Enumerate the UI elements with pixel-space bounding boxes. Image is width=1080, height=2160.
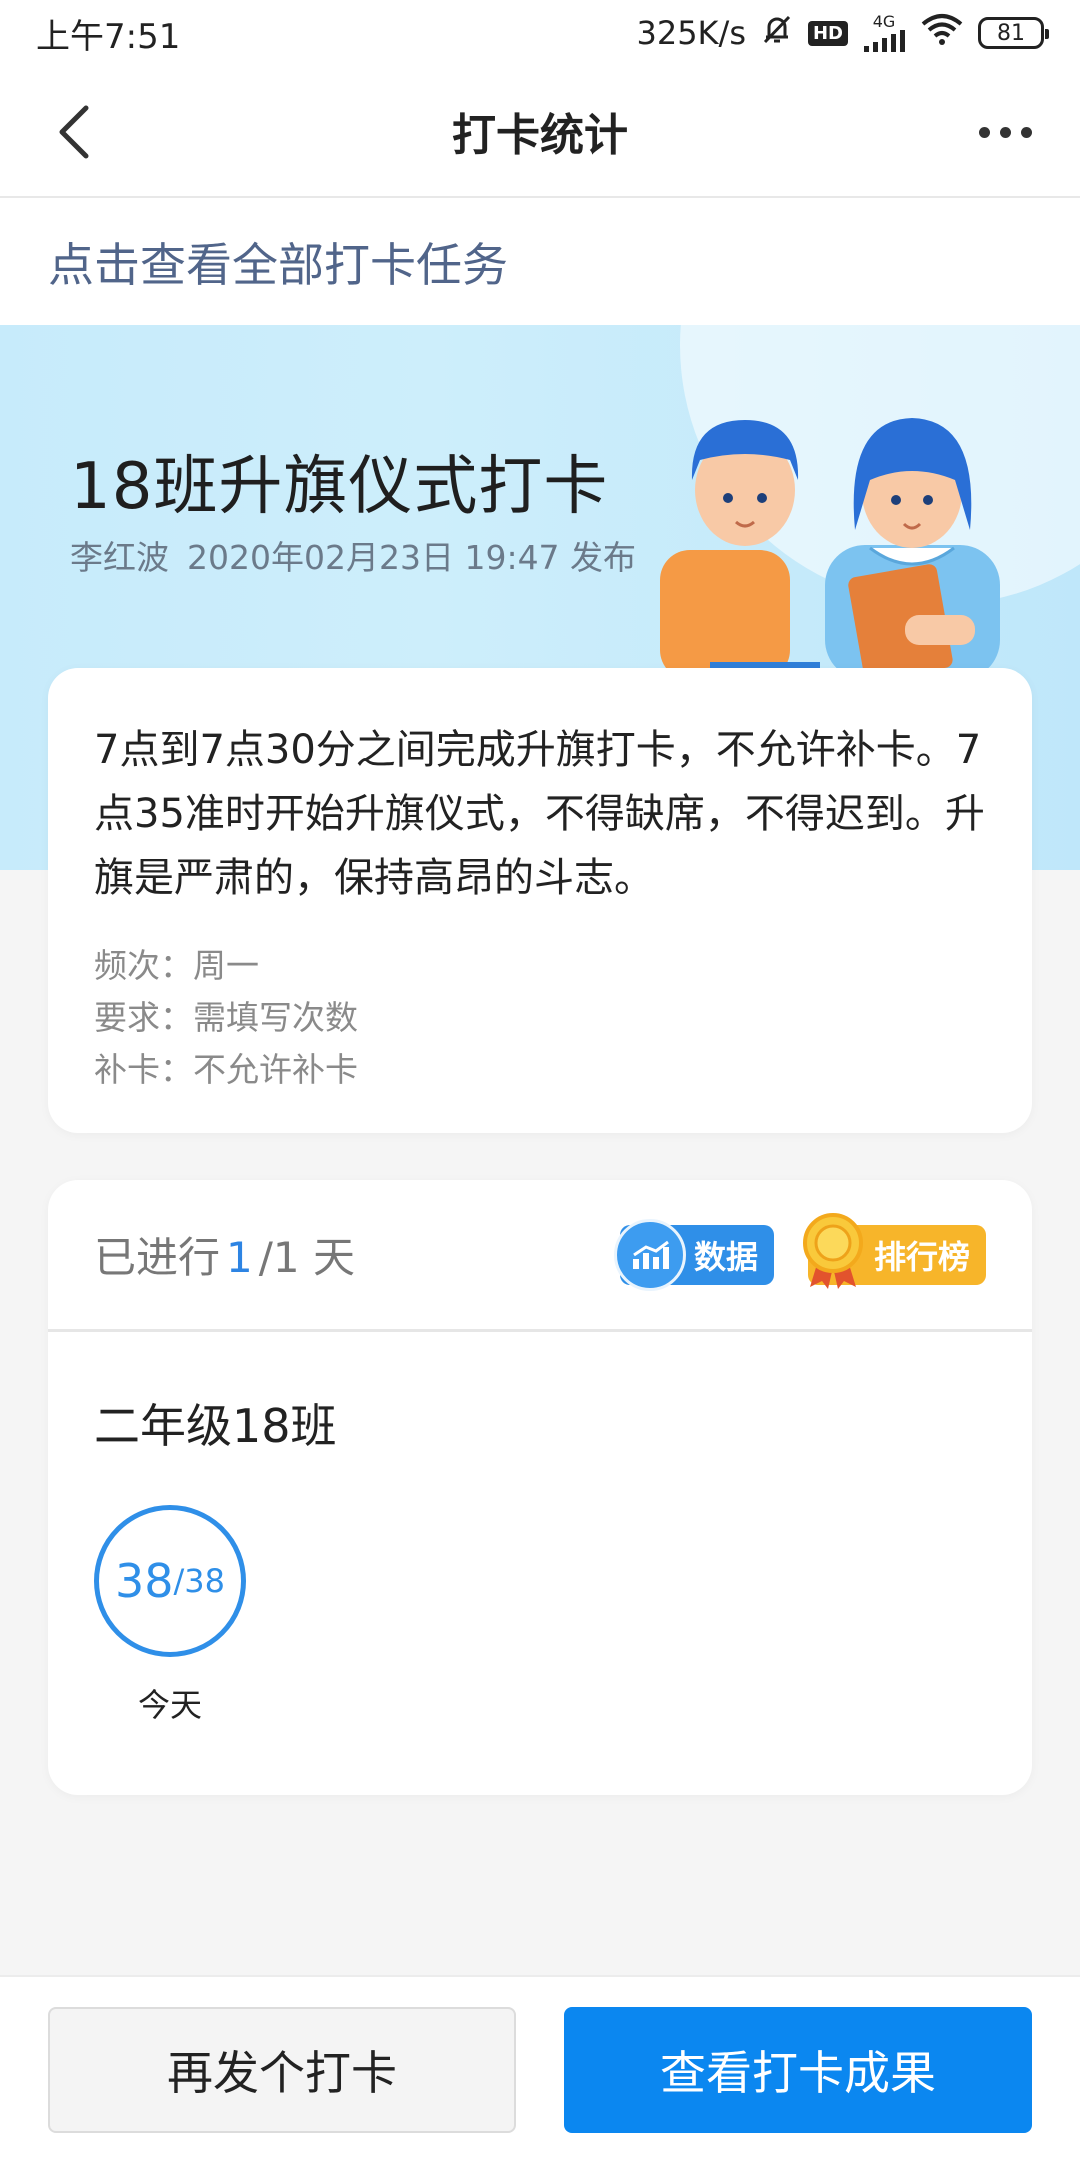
page-title: 打卡统计 bbox=[452, 110, 628, 161]
stats-actions: 数据 排行榜 bbox=[613, 1212, 986, 1291]
medal-icon bbox=[800, 1211, 866, 1291]
stats-card: 已进行 1/1 天 数据 排行榜 二年级18班 38 /38 今天 bbox=[48, 1180, 1032, 1795]
progress-current: 1 bbox=[226, 1233, 253, 1282]
battery-icon: 81 bbox=[978, 17, 1049, 49]
chart-icon bbox=[613, 1218, 686, 1291]
progress-total: /1 天 bbox=[258, 1233, 355, 1282]
task-attributes: 频次：周一 要求：需填写次数 补卡：不允许补卡 bbox=[94, 940, 986, 1096]
network-type: 4G bbox=[872, 12, 896, 31]
progress-text: 已进行 1/1 天 bbox=[94, 1224, 355, 1285]
ranking-button-label: 排行榜 bbox=[873, 1237, 970, 1276]
status-time: 上午7:51 bbox=[36, 16, 181, 57]
back-button[interactable] bbox=[44, 102, 104, 162]
view-all-tasks-link[interactable]: 点击查看全部打卡任务 bbox=[0, 198, 1080, 325]
task-description-card: 7点到7点30分之间完成升旗打卡，不允许补卡。7点35准时开始升旗仪式，不得缺席… bbox=[48, 668, 1032, 1133]
top-nav-bar: 打卡统计 bbox=[0, 66, 1080, 198]
view-results-button[interactable]: 查看打卡成果 bbox=[564, 2007, 1032, 2133]
students-illustration bbox=[660, 418, 1000, 680]
back-arrow-icon bbox=[59, 105, 89, 159]
wifi-icon bbox=[920, 12, 964, 54]
mute-bell-icon bbox=[760, 12, 794, 54]
status-bar: 上午7:51 325K/s HD 4G 81 bbox=[0, 0, 1080, 66]
checkin-total-count: /38 bbox=[173, 1562, 226, 1600]
publish-time: 2020年02月23日 19:47 发布 bbox=[187, 538, 637, 577]
publish-again-button[interactable]: 再发个打卡 bbox=[48, 2007, 516, 2133]
more-dots-icon[interactable] bbox=[970, 102, 1040, 162]
attr-makeup: 补卡：不允许补卡 bbox=[94, 1050, 358, 1089]
stats-header: 已进行 1/1 天 数据 排行榜 bbox=[48, 1180, 1032, 1332]
class-name: 二年级18班 bbox=[94, 1399, 337, 1453]
checkin-count-ring[interactable]: 38/38 bbox=[94, 1505, 246, 1657]
data-button-label: 数据 bbox=[693, 1237, 758, 1276]
publisher-name: 李红波 bbox=[70, 538, 169, 577]
ranking-button[interactable]: 排行榜 bbox=[802, 1212, 986, 1289]
net-speed: 325K/s bbox=[636, 14, 746, 52]
data-button[interactable]: 数据 bbox=[613, 1218, 774, 1291]
task-title: 18班升旗仪式打卡 bbox=[70, 450, 609, 524]
view-all-tasks-label: 点击查看全部打卡任务 bbox=[48, 237, 508, 292]
task-meta: 李红波 2020年02月23日 19:47 发布 bbox=[70, 531, 636, 579]
task-description: 7点到7点30分之间完成升旗打卡，不允许补卡。7点35准时开始升旗仪式，不得缺席… bbox=[94, 727, 985, 901]
ring-day-label: 今天 bbox=[137, 1686, 202, 1724]
hd-badge: HD bbox=[807, 20, 848, 46]
checkin-done-count: 38 bbox=[114, 1554, 174, 1608]
progress-prefix: 已进行 bbox=[94, 1233, 221, 1282]
page: 上午7:51 325K/s HD 4G 81 打卡统计 点击查看全部打卡任务 1… bbox=[0, 0, 1080, 2160]
signal-icon: 4G bbox=[862, 14, 906, 52]
attr-frequency: 频次：周一 bbox=[94, 946, 259, 985]
bottom-action-bar: 再发个打卡 查看打卡成果 bbox=[0, 1975, 1080, 2160]
attr-requirement: 要求：需填写次数 bbox=[94, 998, 358, 1037]
status-right: 325K/s HD 4G 81 bbox=[636, 12, 1049, 54]
